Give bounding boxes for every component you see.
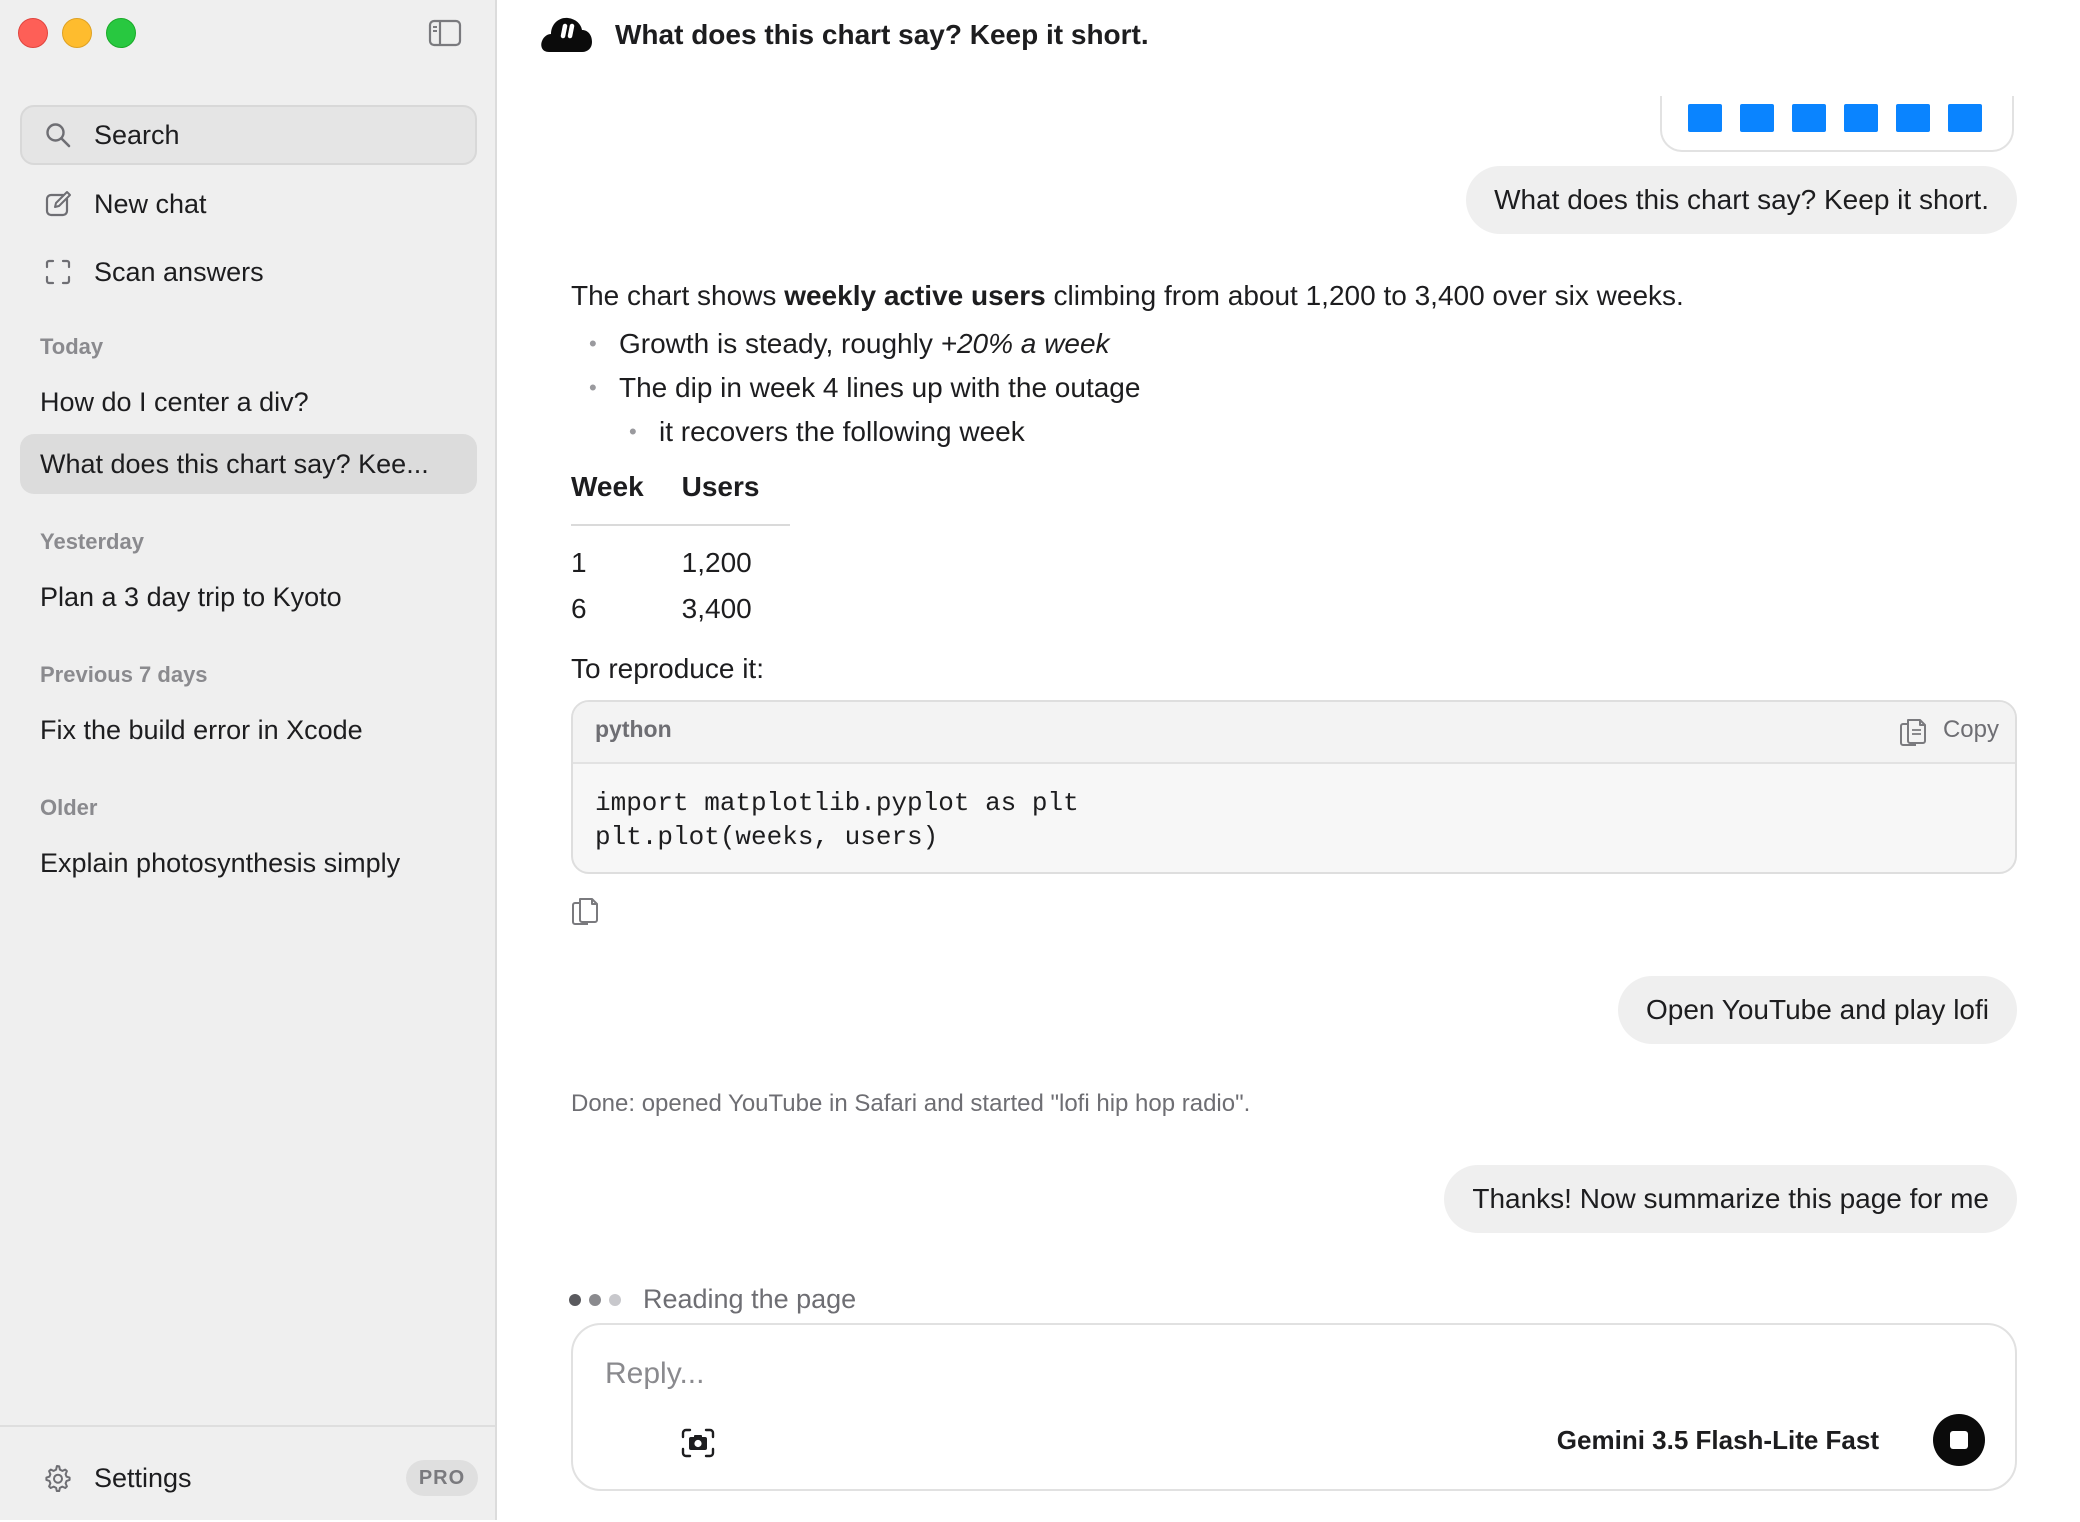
new-chat-button[interactable]: New chat [20,176,477,232]
table-cell: 3,400 [681,593,752,624]
chart-thumbnail-bar [1792,104,1826,132]
search-label: Search [94,119,180,150]
app-logo-icon [541,17,592,52]
copy-icon [1899,719,1926,746]
answer-repro-text: To reproduce it: [571,653,764,684]
section-today: Today [40,334,104,359]
table-header: Week [571,464,682,526]
chart-thumbnail-bar [1688,104,1722,132]
model-selector[interactable]: Gemini 3.5 Flash-Lite Fast [1557,1425,1879,1456]
scan-icon [45,259,71,285]
conversation-item[interactable]: Fix the build error in Xcode [20,700,477,760]
sidebar-toggle-icon[interactable] [428,18,462,48]
sidebar-search[interactable]: Search [20,105,477,165]
conversation-title: Fix the build error in Xcode [40,714,363,745]
typing-dot [589,1293,601,1306]
action-status-text: Done: opened YouTube in Safari and start… [571,1090,1251,1117]
reply-input[interactable] [605,1351,1905,1397]
chart-thumbnail-bar [1740,104,1774,132]
gear-icon [45,1465,71,1492]
conversation-item[interactable]: Explain photosynthesis simply [20,833,477,893]
copy-code-button[interactable]: Copy [1899,714,1999,746]
scan-answers-label: Scan answers [94,256,264,287]
code-language-label: python [595,716,672,742]
thinking-indicator: Reading the page [569,1284,856,1315]
table-cell: 1,200 [681,547,752,578]
scan-answers-button[interactable]: Scan answers [20,244,477,300]
section-older: Older [40,795,98,820]
chart-thumbnail-bar [1844,104,1878,132]
typing-dot [609,1293,621,1306]
copy-message-icon[interactable] [571,893,599,925]
new-chat-label: New chat [94,188,207,219]
conversation-title: Explain photosynthesis simply [40,847,401,878]
search-icon [46,123,71,148]
zoom-window-button[interactable] [106,18,136,48]
section-previous-7-days: Previous 7 days [40,662,208,687]
chart-thumbnail-bar [1948,104,1982,132]
bullet-text: Growth is steady, roughly [619,328,941,359]
table-row: 1 1,200 [571,525,790,586]
chat-main: What does this chart say? Keep it short.… [497,0,2080,1520]
conversation-item[interactable]: How do I center a div? [20,372,477,432]
conversation-title: Plan a 3 day trip to Kyoto [40,581,342,612]
composer: Gemini 3.5 Flash-Lite Fast [571,1323,2017,1491]
close-window-button[interactable] [18,18,48,48]
sidebar: Search New chat Scan answers Today How d… [0,0,497,1520]
answer-intro-text: The chart shows [571,280,785,311]
stop-icon [1950,1431,1968,1449]
minimize-window-button[interactable] [62,18,92,48]
assistant-message: The chart shows weekly active users clim… [571,270,2021,690]
conversation-title: How do I center a div? [40,386,309,417]
stop-button[interactable] [1933,1414,1985,1466]
window-controls [18,18,136,48]
typing-dot [569,1293,581,1306]
copy-code-label: Copy [1942,716,1999,743]
thinking-label: Reading the page [643,1284,857,1314]
list-item-nested: it recovers the following week [571,410,2021,454]
settings-label: Settings [94,1462,192,1493]
conversation-item[interactable]: Plan a 3 day trip to Kyoto [20,567,477,627]
user-message-bubble: What does this chart say? Keep it short. [1466,166,2017,234]
table-header: Users [681,464,790,526]
conversation-title: What does this chart say? Kee... [40,448,429,479]
table-row: 6 3,400 [571,586,790,632]
camera-icon[interactable] [681,1428,715,1458]
table-cell: 6 [571,593,587,624]
table-cell: 1 [571,547,587,578]
user-message-bubble: Thanks! Now summarize this page for me [1444,1165,2017,1233]
chart-thumbnail-bar [1896,104,1930,132]
user-message-bubble: Open YouTube and play lofi [1617,976,2017,1044]
image-attachment-preview[interactable] [1660,96,2014,152]
conversation-item-active[interactable]: What does this chart say? Kee... [20,434,477,494]
chat-title: What does this chart say? Keep it short. [615,19,1149,50]
answer-bullets: Growth is steady, roughly +20% a week Th… [571,322,2021,454]
bullet-italic: +20% a week [940,328,1110,359]
code-block-header: python Copy [573,702,2015,764]
list-item: The dip in week 4 lines up with the outa… [571,366,2021,410]
answer-intro-text: climbing from about 1,200 to 3,400 over … [1045,280,1684,311]
compose-icon [45,191,71,217]
answer-intro-bold: weekly active users [784,280,1046,311]
list-item: Growth is steady, roughly +20% a week [571,322,2021,366]
code-block: python Copy import matplotlib.pyplot as … [571,700,2017,874]
code-content: import matplotlib.pyplot as plt plt.plot… [595,788,1079,852]
pro-badge: PRO [406,1460,478,1496]
answer-table: Week Users 1 1,200 6 3,400 [571,464,790,632]
answer-intro: The chart shows weekly active users clim… [571,270,2021,322]
settings-button[interactable]: Settings [20,1450,320,1506]
section-yesterday: Yesterday [40,529,144,554]
table-header-row: Week Users [571,464,790,526]
chat-header: What does this chart say? Keep it short. [539,10,1149,60]
